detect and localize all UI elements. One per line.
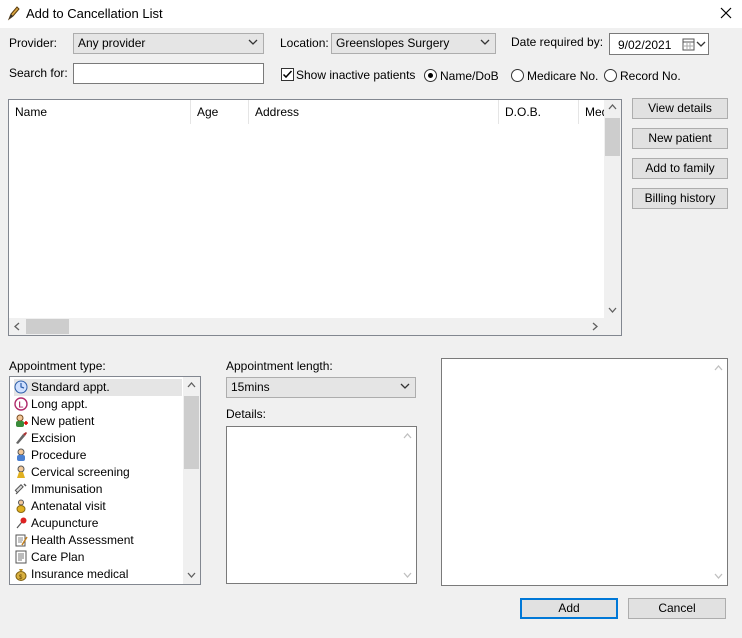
- appt-acupuncture[interactable]: Acupuncture: [14, 515, 98, 532]
- appt-procedure[interactable]: Procedure: [14, 447, 86, 464]
- show-inactive-checkbox[interactable]: [281, 68, 294, 81]
- radio-medicare[interactable]: [511, 69, 524, 82]
- appt-excision[interactable]: Excision: [14, 430, 76, 447]
- appt-health-assessment[interactable]: Health Assessment: [14, 532, 134, 549]
- provider-value: Any provider: [78, 36, 146, 50]
- clipboard-icon: [15, 534, 28, 547]
- procedure-icon: [17, 448, 25, 461]
- chevron-up-icon[interactable]: [187, 382, 196, 388]
- horizontal-scroll-thumb[interactable]: [26, 319, 69, 334]
- pencil-icon: [7, 6, 20, 21]
- appointment-type-scrollbar[interactable]: [183, 377, 200, 584]
- show-inactive-label: Show inactive patients: [296, 68, 416, 82]
- chevron-down-icon[interactable]: [187, 572, 196, 578]
- long-clock-icon: L: [14, 397, 28, 411]
- appointment-length-select[interactable]: 15mins: [226, 377, 416, 398]
- female-icon: [17, 465, 25, 478]
- checkmark-icon: [282, 70, 293, 79]
- column-header-dob[interactable]: D.O.B.: [499, 100, 579, 124]
- appointment-type-scroll-thumb[interactable]: [184, 396, 199, 469]
- syringe-icon: [14, 483, 27, 495]
- chevron-right-icon[interactable]: [592, 322, 598, 331]
- chevron-down-icon[interactable]: [403, 572, 412, 578]
- search-input[interactable]: [73, 63, 264, 84]
- notes-textarea[interactable]: [441, 358, 728, 586]
- column-header-address[interactable]: Address: [249, 100, 499, 124]
- appt-care-plan[interactable]: Care Plan: [14, 549, 84, 566]
- details-label: Details:: [226, 407, 267, 421]
- pin-icon: [16, 517, 27, 529]
- moneybag-icon: $: [15, 569, 27, 581]
- chevron-up-icon[interactable]: [403, 433, 412, 439]
- clock-icon: [14, 380, 28, 394]
- radio-name-dob[interactable]: [424, 69, 437, 82]
- chevron-up-icon[interactable]: [608, 104, 617, 110]
- appt-cervical-screening[interactable]: Cervical screening: [14, 464, 130, 481]
- date-value: 9/02/2021: [618, 38, 672, 52]
- view-details-button[interactable]: View details: [632, 98, 728, 119]
- scrollbar-corner: [604, 318, 621, 335]
- chevron-down-icon: [248, 39, 258, 45]
- date-required-label: Date required by:: [511, 35, 604, 49]
- document-icon: [15, 550, 27, 564]
- window-title: Add to Cancellation List: [26, 6, 163, 21]
- appointment-length-label: Appointment length:: [226, 359, 333, 373]
- provider-label: Provider:: [9, 36, 58, 50]
- appt-antenatal-visit[interactable]: Antenatal visit: [14, 498, 106, 515]
- appointment-length-value: 15mins: [231, 380, 270, 394]
- appt-new-patient[interactable]: New patient: [14, 413, 94, 430]
- provider-select[interactable]: Any provider: [73, 33, 264, 54]
- chevron-down-icon[interactable]: [608, 307, 617, 313]
- date-picker[interactable]: 9/02/2021: [609, 33, 709, 55]
- location-label: Location:: [280, 36, 329, 50]
- chevron-down-icon: [480, 39, 490, 45]
- add-to-family-button[interactable]: Add to family: [632, 158, 728, 179]
- patients-table[interactable]: Name Age Address D.O.B. Med: [8, 99, 622, 336]
- antenatal-icon: [16, 499, 26, 513]
- radio-medicare-label: Medicare No.: [527, 69, 599, 83]
- radio-record-label: Record No.: [620, 69, 681, 83]
- appointment-type-label: Appointment type:: [9, 359, 106, 373]
- radio-name-dob-label: Name/DoB: [440, 69, 499, 83]
- chevron-left-icon[interactable]: [14, 322, 20, 331]
- appt-immunisation[interactable]: Immunisation: [14, 481, 102, 498]
- new-patient-button[interactable]: New patient: [632, 128, 728, 149]
- location-select[interactable]: Greenslopes Surgery: [331, 33, 496, 54]
- new-patient-icon: [16, 414, 28, 427]
- details-textarea[interactable]: [226, 426, 417, 584]
- billing-history-button[interactable]: Billing history: [632, 188, 728, 209]
- column-header-name[interactable]: Name: [9, 100, 191, 124]
- appt-long[interactable]: L Long appt.: [14, 396, 88, 413]
- vertical-scroll-thumb[interactable]: [605, 118, 620, 156]
- radio-record[interactable]: [604, 69, 617, 82]
- column-header-age[interactable]: Age: [191, 100, 249, 124]
- close-button[interactable]: [712, 2, 740, 26]
- column-header-medicare[interactable]: Med: [579, 100, 604, 124]
- svg-text:L: L: [19, 401, 24, 410]
- chevron-up-icon[interactable]: [714, 365, 723, 371]
- vertical-scrollbar[interactable]: [604, 100, 621, 318]
- scalpel-icon: [16, 432, 27, 444]
- chevron-down-icon[interactable]: [714, 573, 723, 579]
- calendar-icon[interactable]: [682, 38, 706, 51]
- search-label: Search for:: [9, 66, 68, 80]
- chevron-down-icon: [400, 383, 410, 389]
- horizontal-scrollbar[interactable]: [9, 318, 604, 335]
- cancel-button[interactable]: Cancel: [628, 598, 726, 619]
- add-button[interactable]: Add: [520, 598, 618, 619]
- appt-standard[interactable]: Standard appt.: [14, 379, 182, 396]
- location-value: Greenslopes Surgery: [336, 36, 450, 50]
- appointment-type-list[interactable]: Standard appt. L Long appt. New patient E…: [9, 376, 201, 585]
- appt-insurance-medical[interactable]: $ Insurance medical: [14, 566, 128, 583]
- close-icon: [720, 7, 732, 19]
